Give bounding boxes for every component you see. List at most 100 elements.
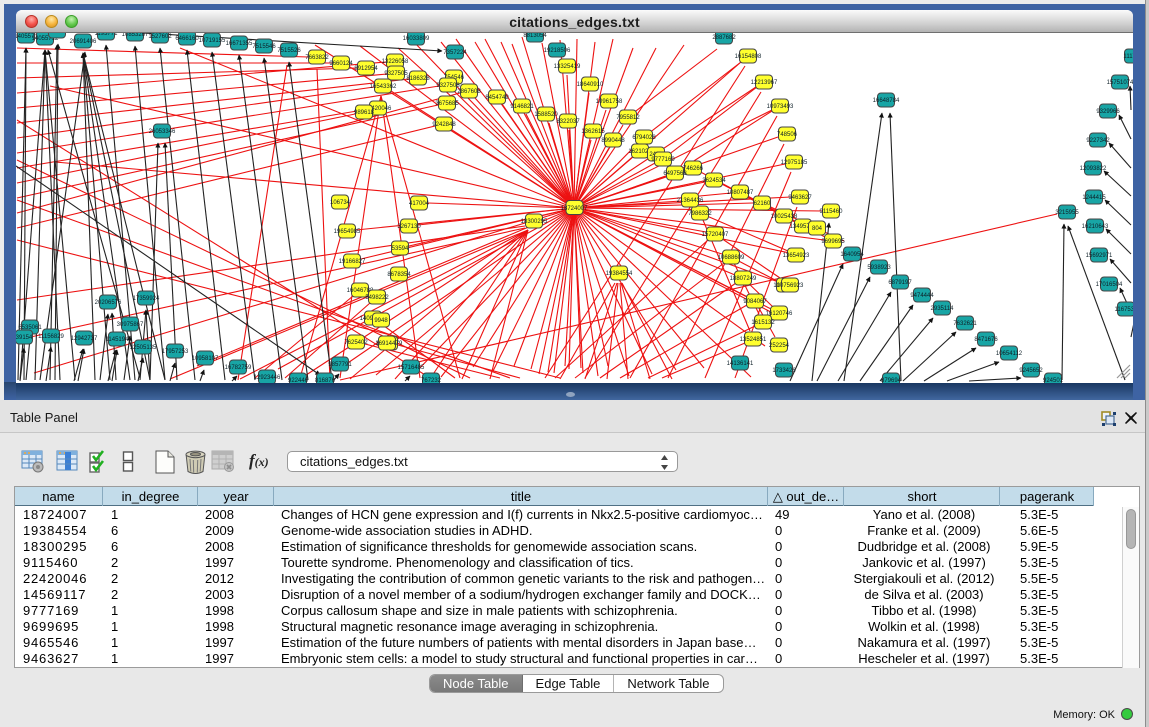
svg-text:940557: 940557 xyxy=(47,33,68,35)
svg-text:417004: 417004 xyxy=(409,201,430,207)
svg-text:6497568: 6497568 xyxy=(663,171,687,177)
svg-text:7663822: 7663822 xyxy=(305,55,329,61)
svg-text:767232: 767232 xyxy=(421,378,442,383)
svg-text:111746: 111746 xyxy=(1123,54,1133,60)
svg-text:13226058: 13226058 xyxy=(382,59,409,65)
svg-text:9245652: 9245652 xyxy=(1019,368,1043,374)
svg-text:7515526: 7515526 xyxy=(277,48,301,54)
svg-text:16154808: 16154808 xyxy=(735,54,762,60)
svg-text:9227342: 9227342 xyxy=(1086,138,1110,144)
svg-text:9327505: 9327505 xyxy=(384,71,408,77)
svg-text:13524851: 13524851 xyxy=(740,337,767,343)
svg-text:15692971: 15692971 xyxy=(1086,253,1113,259)
svg-text:12923446: 12923446 xyxy=(254,375,281,381)
svg-text:16671355: 16671355 xyxy=(226,41,253,47)
svg-text:7625402: 7625402 xyxy=(344,340,368,346)
svg-text:924501: 924501 xyxy=(1043,378,1064,383)
svg-text:14136141: 14136141 xyxy=(727,361,754,367)
svg-text:19166827: 19166827 xyxy=(339,259,366,265)
svg-text:18807249: 18807249 xyxy=(730,276,757,282)
svg-text:6794028: 6794028 xyxy=(632,135,656,141)
svg-text:9699695: 9699695 xyxy=(821,239,845,245)
svg-text:1244415: 1244415 xyxy=(1082,195,1106,201)
svg-text:20206576: 20206576 xyxy=(95,300,122,306)
svg-text:9463627: 9463627 xyxy=(788,195,812,201)
svg-text:9329966: 9329966 xyxy=(1096,109,1120,115)
svg-text:8186328: 8186328 xyxy=(406,76,430,82)
svg-text:10756923: 10756923 xyxy=(777,283,804,289)
svg-text:9474444: 9474444 xyxy=(910,293,934,299)
svg-text:1193771: 1193771 xyxy=(95,33,119,37)
svg-text:16033809: 16033809 xyxy=(403,36,430,42)
svg-text:18724007: 18724007 xyxy=(561,206,588,212)
svg-text:18640910: 18640910 xyxy=(577,82,604,88)
svg-text:8813054: 8813054 xyxy=(523,33,547,39)
svg-text:19218506: 19218506 xyxy=(544,48,571,54)
svg-text:8454749: 8454749 xyxy=(485,95,509,101)
svg-text:10973493: 10973493 xyxy=(767,104,794,110)
svg-text:18300295: 18300295 xyxy=(521,219,548,225)
svg-text:9660124: 9660124 xyxy=(329,61,353,67)
svg-text:748506: 748506 xyxy=(777,132,798,138)
svg-text:16782759: 16782759 xyxy=(225,365,252,371)
svg-text:9115460: 9115460 xyxy=(820,209,844,215)
svg-text:17016504: 17016504 xyxy=(1096,282,1123,288)
svg-text:17359924: 17359924 xyxy=(133,296,160,302)
svg-text:879694: 879694 xyxy=(881,378,902,383)
svg-text:15720407: 15720407 xyxy=(702,232,729,238)
svg-text:1527602: 1527602 xyxy=(148,34,172,40)
svg-text:7955812: 7955812 xyxy=(616,115,640,121)
svg-text:26053346: 26053346 xyxy=(149,129,176,135)
svg-text:16648784: 16648784 xyxy=(873,98,900,104)
svg-text:2867608: 2867608 xyxy=(457,89,481,95)
svg-text:16210643: 16210643 xyxy=(1082,224,1109,230)
svg-text:9084067: 9084067 xyxy=(743,299,767,305)
svg-text:1588520: 1588520 xyxy=(534,112,558,118)
svg-text:7632621: 7632621 xyxy=(953,321,977,327)
svg-text:9948: 9948 xyxy=(374,318,388,324)
svg-text:2935114: 2935114 xyxy=(931,306,955,312)
svg-text:5498222: 5498222 xyxy=(365,295,389,301)
svg-text:10654112: 10654112 xyxy=(996,351,1023,357)
svg-text:3675685: 3675685 xyxy=(435,101,459,107)
svg-text:2887682: 2887682 xyxy=(712,35,736,41)
svg-text:9146821: 9146821 xyxy=(510,104,534,110)
svg-text:12975185: 12975185 xyxy=(781,160,808,166)
svg-text:3624534: 3624534 xyxy=(702,178,726,184)
svg-text:816876: 816876 xyxy=(315,378,336,383)
svg-text:1167533: 1167533 xyxy=(1115,307,1133,313)
svg-text:1691447: 1691447 xyxy=(375,341,399,347)
svg-text:19654985: 19654985 xyxy=(334,229,361,235)
svg-text:8912954: 8912954 xyxy=(354,66,378,72)
svg-text:20691406: 20691406 xyxy=(70,39,97,45)
svg-text:10961758: 10961758 xyxy=(596,99,623,105)
svg-text:10853267: 10853267 xyxy=(122,33,149,38)
svg-text:1362615: 1362615 xyxy=(581,129,605,135)
svg-text:8990448: 8990448 xyxy=(601,138,625,144)
svg-text:3215955: 3215955 xyxy=(1055,210,1079,216)
svg-text:17957253: 17957253 xyxy=(162,349,189,355)
svg-text:252254: 252254 xyxy=(769,343,790,349)
svg-text:19384554: 19384554 xyxy=(606,271,633,277)
svg-text:106734: 106734 xyxy=(330,200,351,206)
svg-text:15751074: 15751074 xyxy=(1107,80,1133,86)
svg-text:6466160: 6466160 xyxy=(175,36,199,42)
svg-text:12942737: 12942737 xyxy=(71,336,98,342)
svg-text:53594: 53594 xyxy=(392,246,409,252)
svg-text:9777169: 9777169 xyxy=(651,157,675,163)
svg-text:16543362: 16543362 xyxy=(370,84,397,90)
svg-text:12093822: 12093822 xyxy=(1080,166,1107,172)
svg-text:39154: 39154 xyxy=(16,335,33,341)
svg-text:12505135: 12505135 xyxy=(130,345,157,351)
svg-text:8678354: 8678354 xyxy=(387,272,411,278)
svg-text:10025438: 10025438 xyxy=(771,214,798,220)
svg-text:7986322: 7986322 xyxy=(688,211,712,217)
svg-text:804: 804 xyxy=(812,226,823,232)
svg-text:1640954: 1640954 xyxy=(840,252,864,258)
svg-text:10719155: 10719155 xyxy=(199,38,226,44)
svg-text:62160: 62160 xyxy=(754,201,771,207)
svg-text:1615132: 1615132 xyxy=(751,320,775,326)
svg-text:922446: 922446 xyxy=(288,378,309,383)
svg-text:10958107: 10958107 xyxy=(192,356,219,362)
svg-text:7515546: 7515546 xyxy=(252,44,276,50)
